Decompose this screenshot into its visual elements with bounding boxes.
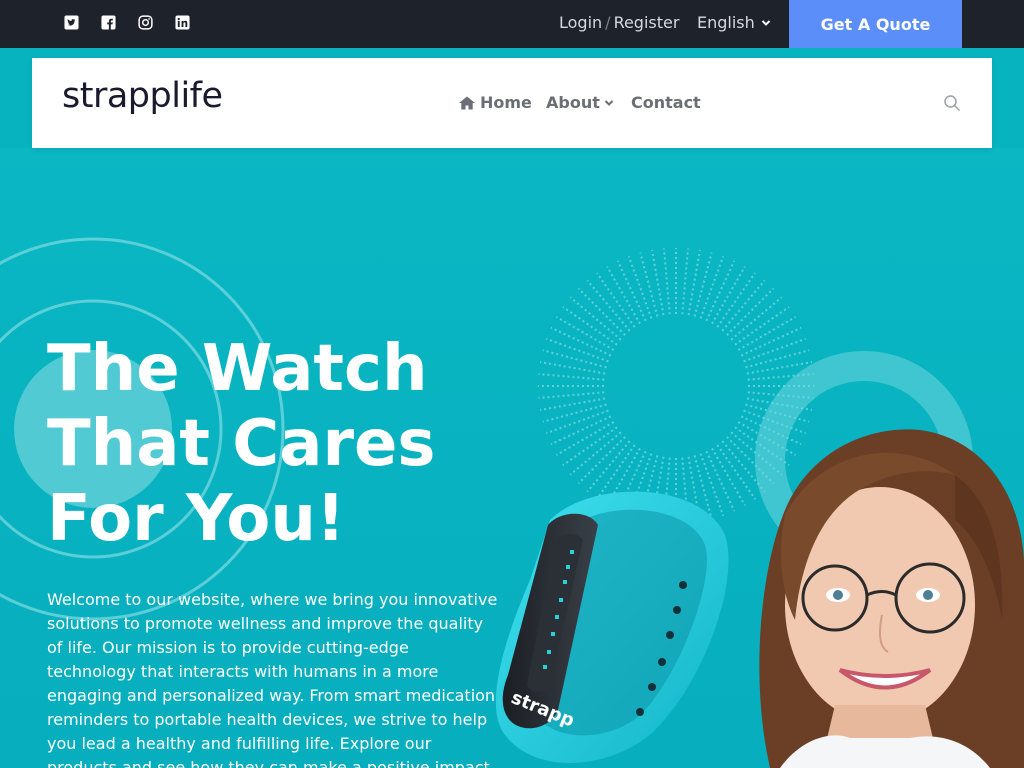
nav-item-contact[interactable]: Contact (631, 93, 701, 112)
site-logo[interactable]: strapplife (62, 76, 223, 116)
get-quote-button[interactable]: Get A Quote (789, 0, 962, 48)
chevron-down-icon (604, 99, 614, 106)
fitness-band-image: strapp (495, 491, 729, 763)
hero-title: The Watch That Cares For You! (47, 332, 436, 556)
nav-contact-label: Contact (631, 93, 701, 112)
woman-portrait-image (759, 429, 1024, 768)
twitter-icon[interactable] (63, 14, 79, 30)
nav-about-label: About (546, 93, 600, 112)
facebook-icon[interactable] (100, 14, 116, 30)
hero-description: Welcome to our website, where we bring y… (47, 590, 498, 768)
instagram-icon[interactable] (137, 14, 153, 30)
auth-links: Login / Register (559, 13, 679, 32)
home-icon (459, 96, 475, 109)
search-icon[interactable] (943, 94, 961, 112)
main-navigation: strapplife Home About Contact (32, 58, 992, 148)
nav-item-about[interactable]: About (546, 93, 614, 112)
login-link[interactable]: Login (559, 13, 602, 32)
register-link[interactable]: Register (614, 13, 680, 32)
auth-separator: / (605, 13, 611, 32)
linkedin-icon[interactable] (174, 14, 190, 30)
chevron-down-icon (761, 19, 770, 26)
language-selector[interactable]: English (697, 13, 771, 32)
nav-item-home[interactable]: Home (458, 93, 532, 112)
top-bar: Login / Register English Get A Quote (0, 0, 1024, 48)
language-label: English (697, 13, 755, 32)
nav-home-label: Home (480, 93, 532, 112)
